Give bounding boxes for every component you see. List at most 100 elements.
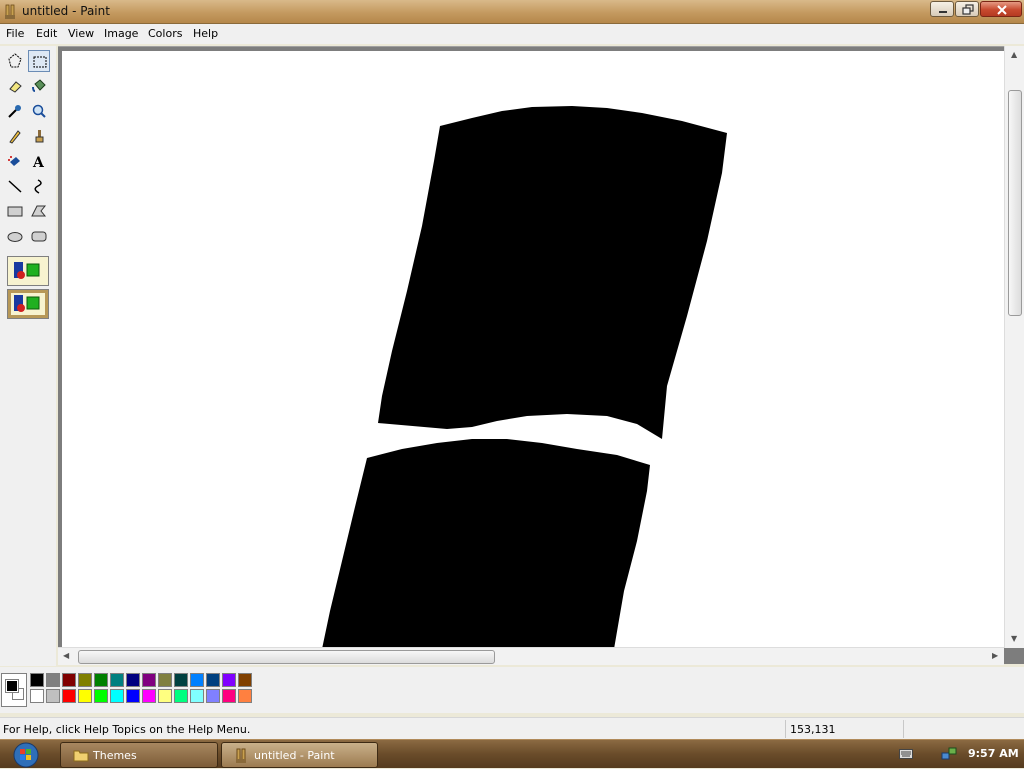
scroll-up-icon[interactable]: ▲ (1011, 50, 1017, 59)
curve-icon (34, 179, 42, 194)
restore-button[interactable] (955, 1, 979, 17)
polygon-icon (31, 205, 47, 217)
palette-swatch[interactable] (158, 673, 172, 687)
foreground-color-swatch[interactable] (5, 679, 19, 693)
minimize-button[interactable] (930, 1, 954, 17)
palette-swatch[interactable] (174, 673, 188, 687)
scroll-right-icon[interactable]: ▶ (992, 651, 998, 660)
transparency-option-transparent[interactable] (7, 289, 49, 319)
tool-box: A (0, 46, 56, 666)
tool-pencil[interactable] (4, 125, 26, 147)
tool-select[interactable] (28, 50, 50, 72)
close-icon (997, 5, 1007, 15)
transparent-selection-icon (11, 293, 45, 315)
palette-swatch[interactable] (46, 689, 60, 703)
menu-colors[interactable]: Colors (148, 27, 182, 40)
current-colors-box[interactable] (1, 673, 27, 707)
window-title: untitled - Paint (22, 4, 110, 18)
pencil-icon (9, 130, 21, 144)
palette-swatch[interactable] (190, 689, 204, 703)
menu-bar: File Edit View Image Colors Help (0, 24, 1024, 44)
palette-swatch[interactable] (30, 673, 44, 687)
palette-swatch[interactable] (62, 673, 76, 687)
status-coordinates: 153,131 (790, 723, 836, 736)
tool-airbrush[interactable] (4, 150, 26, 172)
fill-bucket-icon (32, 79, 46, 92)
tool-text[interactable]: A (28, 150, 50, 172)
palette-swatch[interactable] (30, 689, 44, 703)
folder-icon (73, 750, 89, 762)
palette-swatch[interactable] (126, 673, 140, 687)
tool-polygon[interactable] (28, 200, 50, 222)
rounded-rect-icon (31, 231, 47, 242)
taskbar-item-paint[interactable]: untitled - Paint (221, 742, 378, 768)
taskbar: Themes untitled - Paint 9:57 AM (0, 739, 1024, 768)
palette-swatch[interactable] (94, 673, 108, 687)
tool-free-form-select[interactable] (4, 50, 26, 72)
transparency-option-opaque[interactable] (7, 256, 49, 286)
status-help-text: For Help, click Help Topics on the Help … (3, 723, 251, 736)
scroll-left-icon[interactable]: ◀ (63, 651, 69, 660)
taskbar-clock[interactable]: 9:57 AM (968, 747, 1019, 760)
horizontal-scroll-thumb[interactable] (78, 650, 495, 664)
palette-swatch[interactable] (126, 689, 140, 703)
tool-eraser[interactable] (4, 75, 26, 97)
tool-rounded-rectangle[interactable] (28, 225, 50, 247)
tool-brush[interactable] (28, 125, 50, 147)
palette-swatch[interactable] (142, 673, 156, 687)
palette-swatch[interactable] (158, 689, 172, 703)
paint-app-icon (5, 4, 15, 19)
menu-view[interactable]: View (68, 27, 94, 40)
tool-magnifier[interactable] (28, 100, 50, 122)
palette-swatch[interactable] (110, 673, 124, 687)
vertical-scrollbar[interactable]: ▲ ▼ (1004, 46, 1024, 648)
tool-rectangle[interactable] (4, 200, 26, 222)
tool-ellipse[interactable] (4, 225, 26, 247)
close-button[interactable] (980, 1, 1022, 17)
palette-swatch[interactable] (206, 689, 220, 703)
tool-pick-color[interactable] (4, 100, 26, 122)
keyboard-icon[interactable] (899, 749, 913, 759)
magnifier-icon (32, 104, 46, 118)
tool-line[interactable] (4, 175, 26, 197)
eyedropper-icon (8, 105, 21, 118)
palette-swatch[interactable] (110, 689, 124, 703)
menu-image[interactable]: Image (104, 27, 138, 40)
status-bar: For Help, click Help Topics on the Help … (0, 717, 1024, 739)
horizontal-scrollbar[interactable]: ◀ ▶ (58, 647, 1004, 665)
palette-swatch[interactable] (238, 689, 252, 703)
palette-swatch[interactable] (190, 673, 204, 687)
drawing-canvas[interactable] (62, 51, 1004, 649)
palette-swatch[interactable] (222, 673, 236, 687)
menu-edit[interactable]: Edit (36, 27, 57, 40)
palette-swatch[interactable] (142, 689, 156, 703)
rect-select-icon (33, 56, 47, 68)
menu-help[interactable]: Help (193, 27, 218, 40)
network-icon[interactable] (941, 747, 957, 761)
taskbar-item-themes[interactable]: Themes (60, 742, 218, 768)
palette-swatch[interactable] (78, 689, 92, 703)
menu-file[interactable]: File (6, 27, 24, 40)
title-bar[interactable]: untitled - Paint (0, 0, 1024, 24)
canvas-workspace (58, 46, 1024, 664)
black-shape-lower (322, 439, 650, 649)
free-select-icon (8, 53, 22, 68)
start-button[interactable] (4, 741, 44, 769)
paint-icon (236, 748, 246, 763)
palette-swatch[interactable] (46, 673, 60, 687)
scroll-down-icon[interactable]: ▼ (1011, 634, 1017, 643)
vertical-scroll-thumb[interactable] (1008, 90, 1022, 316)
tool-fill[interactable] (28, 75, 50, 97)
canvas-drawing (322, 106, 727, 649)
palette-swatch[interactable] (62, 689, 76, 703)
palette-swatch[interactable] (206, 673, 220, 687)
palette-swatch[interactable] (174, 689, 188, 703)
palette-swatch[interactable] (238, 673, 252, 687)
svg-text:A: A (32, 155, 45, 169)
black-shape-upper (378, 106, 727, 439)
palette-swatch[interactable] (94, 689, 108, 703)
ellipse-icon (7, 232, 23, 242)
palette-swatch[interactable] (78, 673, 92, 687)
palette-swatch[interactable] (222, 689, 236, 703)
tool-curve[interactable] (28, 175, 50, 197)
